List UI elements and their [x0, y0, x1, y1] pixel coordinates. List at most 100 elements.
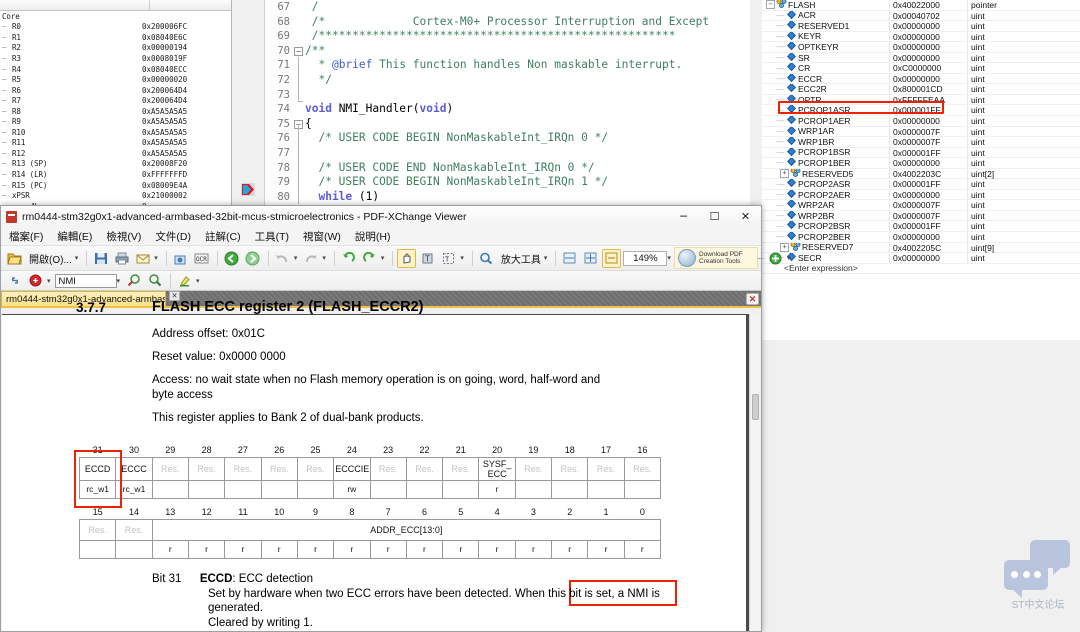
register-row[interactable]: ─R110xA5A5A5A5 — [0, 138, 231, 149]
highlight-dropdown-caret[interactable]: ▾ — [196, 277, 200, 285]
zoom-tool-label[interactable]: 放大工具 — [501, 251, 541, 266]
registers-view[interactable]: Core─R00x200006FC─R10x08040E6C─R20x00000… — [0, 0, 232, 205]
expression-row[interactable]: —SECR0x00000000uint — [762, 253, 1080, 264]
rotate-dropdown-caret[interactable]: ▾ — [381, 254, 385, 262]
code-line[interactable]: /* USER CODE END NonMaskableInt_IRQn 0 *… — [305, 161, 750, 176]
register-row[interactable]: ─R30x0008019F — [0, 53, 231, 64]
register-row[interactable]: ─R100xA5A5A5A5 — [0, 127, 231, 138]
expression-row[interactable]: —PCROP1BER0x00000000uint — [762, 158, 1080, 169]
register-row[interactable]: ─R50x00000020 — [0, 74, 231, 85]
expression-name-cell[interactable]: —WRP2BR — [762, 211, 890, 221]
select-text-icon[interactable]: T — [418, 249, 437, 268]
print-dropdown-caret[interactable]: ▾ — [154, 254, 158, 262]
menu-help[interactable]: 說明(H) — [355, 229, 391, 244]
expression-value[interactable]: 0x00000000 — [890, 32, 968, 42]
find-dropdown-caret[interactable]: ▾ — [47, 277, 51, 285]
download-pdf-creation-tools-promo[interactable]: Download PDF Creation Tools — [674, 247, 758, 269]
expression-name-cell[interactable]: —PCROP1BER — [762, 158, 890, 168]
menu-tools[interactable]: 工具(T) — [255, 229, 289, 244]
register-row[interactable]: Core — [0, 11, 231, 22]
code-line[interactable]: /* Cortex-M0+ Processor Interruption and… — [305, 15, 750, 30]
expression-name-cell[interactable]: —SR — [762, 53, 890, 63]
menu-view[interactable]: 檢視(V) — [106, 229, 141, 244]
zoom-group-caret[interactable]: ▾ — [787, 254, 791, 262]
code-editor[interactable]: 676869707172737475767778798081 −−− / /* … — [232, 0, 750, 205]
expression-row[interactable]: —SR0x00000000uint — [762, 53, 1080, 64]
pdf-toolbar-secondary[interactable]: ▾ NMI ▾ ▾ — [1, 271, 761, 291]
expression-value[interactable]: 0x00000000 — [890, 42, 968, 52]
open-file-icon[interactable] — [5, 249, 24, 268]
pdf-vertical-scrollbar[interactable] — [749, 314, 760, 631]
expression-name-cell[interactable]: —WRP2AR — [762, 200, 890, 210]
expression-value[interactable]: 0x00000000 — [890, 253, 968, 263]
expression-value[interactable]: 0x00040702 — [890, 11, 968, 21]
expression-row[interactable]: —WRP1AR0x0000007Fuint — [762, 127, 1080, 138]
expression-value[interactable]: 0x0000007F — [890, 137, 968, 147]
pdf-xchange-viewer-window[interactable]: rm0444-stm32g0x1-advanced-armbased-32bit… — [0, 205, 762, 632]
expression-row[interactable]: —WRP2AR0x0000007Fuint — [762, 200, 1080, 211]
expression-row[interactable]: +RESERVED70x4002205Cuint[9] — [762, 243, 1080, 254]
next-page-icon[interactable] — [243, 249, 262, 268]
code-line[interactable]: while (1) — [305, 190, 750, 205]
code-line[interactable]: */ — [305, 73, 750, 88]
expression-name-cell[interactable]: —WRP1AR — [762, 127, 890, 137]
fit-width-icon[interactable] — [560, 249, 579, 268]
expression-value[interactable]: 0x0000007F — [890, 200, 968, 210]
expression-row[interactable]: —PCROP1AER0x00000000uint — [762, 116, 1080, 127]
expression-name-cell[interactable]: —ECCR — [762, 74, 890, 84]
expression-value[interactable]: 0x000001FF — [890, 221, 968, 231]
rotate-right-icon[interactable] — [360, 249, 379, 268]
menu-file[interactable]: 檔案(F) — [9, 229, 43, 244]
find-input[interactable]: NMI — [55, 274, 117, 288]
expression-value[interactable]: 0x00000000 — [890, 158, 968, 168]
code-line[interactable]: /* USER CODE BEGIN NonMaskableInt_IRQn 1… — [305, 175, 750, 190]
expression-name-cell[interactable]: —PCROP2AER — [762, 190, 890, 200]
snapshot-icon[interactable] — [171, 249, 190, 268]
enter-expression-row[interactable]: <Enter expression> — [762, 264, 1080, 275]
code-line[interactable]: { — [305, 117, 750, 132]
zoom-in-icon[interactable] — [766, 249, 785, 268]
expression-row[interactable]: —ACR0x00040702uint — [762, 11, 1080, 22]
expression-name-cell[interactable]: —WRP1BR — [762, 137, 890, 147]
find-icon[interactable] — [26, 271, 45, 290]
pdf-document-tab[interactable]: rm0444-stm32g0x1-advanced-armbased... — [1, 291, 166, 306]
pdf-page[interactable] — [2, 315, 746, 631]
expression-value[interactable]: 0xC0000000 — [890, 63, 968, 73]
expression-name-cell[interactable]: —ECC2R — [762, 84, 890, 94]
expression-row[interactable]: —OPTKEYR0x00000000uint — [762, 42, 1080, 53]
expression-value[interactable]: 0x00000000 — [890, 74, 968, 84]
expressions-row-list[interactable]: −FLASH0x40022000pointer—ACR0x00040702uin… — [762, 0, 1080, 264]
expression-row[interactable]: —PCROP2BER0x00000000uint — [762, 232, 1080, 243]
expression-name-cell[interactable]: —KEYR — [762, 32, 890, 42]
expression-name-cell[interactable]: —RESERVED1 — [762, 21, 890, 31]
expressions-panel[interactable]: −FLASH0x40022000pointer—ACR0x00040702uin… — [762, 0, 1080, 340]
link-icon[interactable] — [5, 271, 24, 290]
expression-row[interactable]: —ECCR0x00000000uint — [762, 74, 1080, 85]
zoom-level-input[interactable]: 149% — [623, 251, 667, 266]
code-line[interactable]: /* USER CODE BEGIN NonMaskableInt_IRQn 0… — [305, 131, 750, 146]
open-file-label[interactable]: 開啟(O)... — [29, 251, 72, 266]
expression-name-cell[interactable]: —CR — [762, 63, 890, 73]
registers-row-list[interactable]: Core─R00x200006FC─R10x08040E6C─R20x00000… — [0, 11, 231, 205]
menu-edit[interactable]: 編輯(E) — [57, 229, 92, 244]
find-history-caret[interactable]: ▾ — [117, 277, 121, 285]
register-row[interactable]: ─R120xA5A5A5A5 — [0, 148, 231, 159]
register-row[interactable]: ─R15 (PC)0x08009E4A — [0, 180, 231, 191]
open-dropdown-caret[interactable]: ▾ — [75, 254, 79, 262]
expression-row[interactable]: +RESERVED50x4002203Cuint[2] — [762, 169, 1080, 180]
register-row[interactable]: ─R00x200006FC — [0, 22, 231, 33]
registers-col-name[interactable] — [0, 0, 150, 10]
expression-value[interactable]: 0x0000007F — [890, 127, 968, 137]
code-line[interactable] — [305, 146, 750, 161]
expression-value[interactable]: 0x00000000 — [890, 53, 968, 63]
menu-window[interactable]: 視窗(W) — [303, 229, 341, 244]
pdf-title-bar[interactable]: rm0444-stm32g0x1-advanced-armbased-32bit… — [1, 206, 761, 228]
expression-name-cell[interactable]: —PCROP2ASR — [762, 179, 890, 189]
expression-row[interactable]: —ECC2R0x800001CDuint — [762, 84, 1080, 95]
expression-row[interactable]: —PCROP1BSR0x000001FFuint — [762, 148, 1080, 159]
code-folding-column[interactable]: −−− — [293, 0, 305, 205]
pdf-toolbar-primary[interactable]: 開啟(O)... ▾ ▾ OCR ▾ — [1, 246, 761, 271]
maximize-button[interactable]: ☐ — [699, 206, 730, 226]
expression-value[interactable]: 0x0000007F — [890, 211, 968, 221]
minimize-button[interactable]: ─ — [668, 206, 699, 226]
